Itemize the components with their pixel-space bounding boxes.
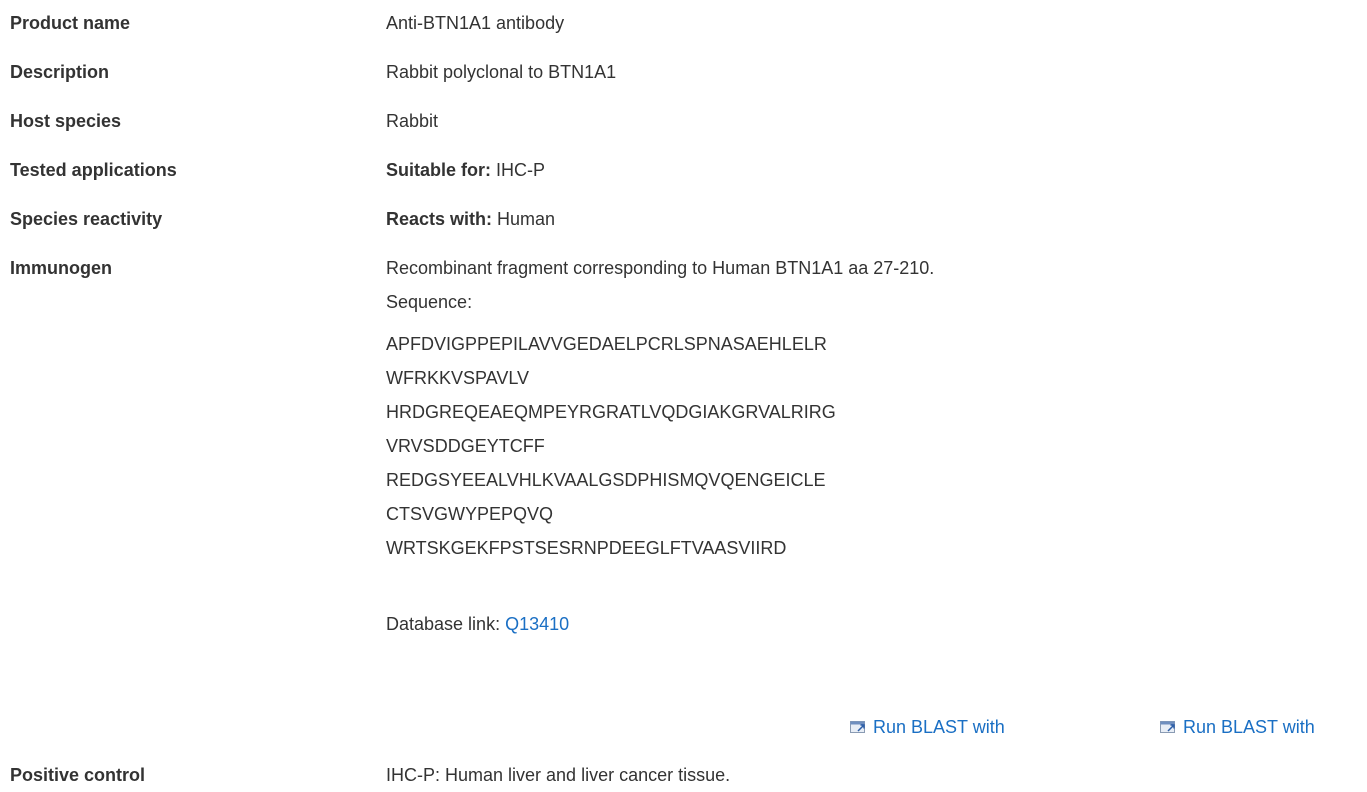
run-blast-link-1[interactable]: Run BLAST with [850,710,1005,744]
host-species-value: Rabbit [386,111,439,131]
row-blast-links: Run BLAST with Run BLAST with [0,710,1367,744]
database-link-q13410[interactable]: Q13410 [505,614,569,634]
description-value: Rabbit polyclonal to BTN1A1 [386,62,617,82]
description-label: Description [10,62,110,82]
database-link-label: Database link: [386,614,506,634]
species-reactivity-label: Species reactivity [10,209,163,229]
sequence-line: APFDVIGPPEPILAVVGEDAELPCRLSPNASAEHLELR [386,334,827,354]
product-datasheet: Product name Anti-BTN1A1 antibody Descri… [0,0,1367,790]
reacts-with-value: Human [492,209,556,229]
immunogen-value: Recombinant fragment corresponding to Hu… [386,251,934,641]
sequence-line: REDGSYEEALVHLKVAALGSDPHISMQVQENGEICLE [386,470,826,490]
external-link-icon [850,721,865,733]
sequence-line: HRDGREQEAEQMPEYRGRATLVQDGIAKGRVALRIRG [386,402,836,422]
sequence-line: WRTSKGEKFPSTSESRNPDEEGLFTVAASVIIRD [386,538,787,558]
sequence-line: VRVSDDGEYTCFF [386,436,545,456]
suitable-for-value: IHC-P [491,160,546,180]
product-name-label: Product name [10,13,131,33]
run-blast-label-2: Run BLAST with [1183,717,1315,737]
sequence-line: CTSVGWYPEPQVQ [386,504,554,524]
database-link-line: Database link: Q13410 [386,607,934,641]
reacts-with-prefix: Reacts with: [386,209,493,229]
external-link-icon [1160,721,1175,733]
immunogen-label: Immunogen [10,258,112,278]
positive-control-label: Positive control [10,765,146,785]
tested-applications-value: Suitable for: IHC-P [386,153,545,187]
run-blast-link-2[interactable]: Run BLAST with [1160,710,1315,744]
tested-applications-label: Tested applications [10,160,177,180]
immunogen-text: Recombinant fragment corresponding to Hu… [386,258,935,278]
host-species-label: Host species [10,111,122,131]
species-reactivity-value: Reacts with: Human [386,202,555,236]
product-name-value: Anti-BTN1A1 antibody [386,13,565,33]
positive-control-value: IHC-P: Human liver and liver cancer tiss… [386,765,731,785]
sequence-block: APFDVIGPPEPILAVVGEDAELPCRLSPNASAEHLELR W… [386,327,934,565]
sequence-label: Sequence: [386,292,473,312]
suitable-for-prefix: Suitable for: [386,160,492,180]
run-blast-label-1: Run BLAST with [873,717,1005,737]
sequence-line: WFRKKVSPAVLV [386,368,530,388]
